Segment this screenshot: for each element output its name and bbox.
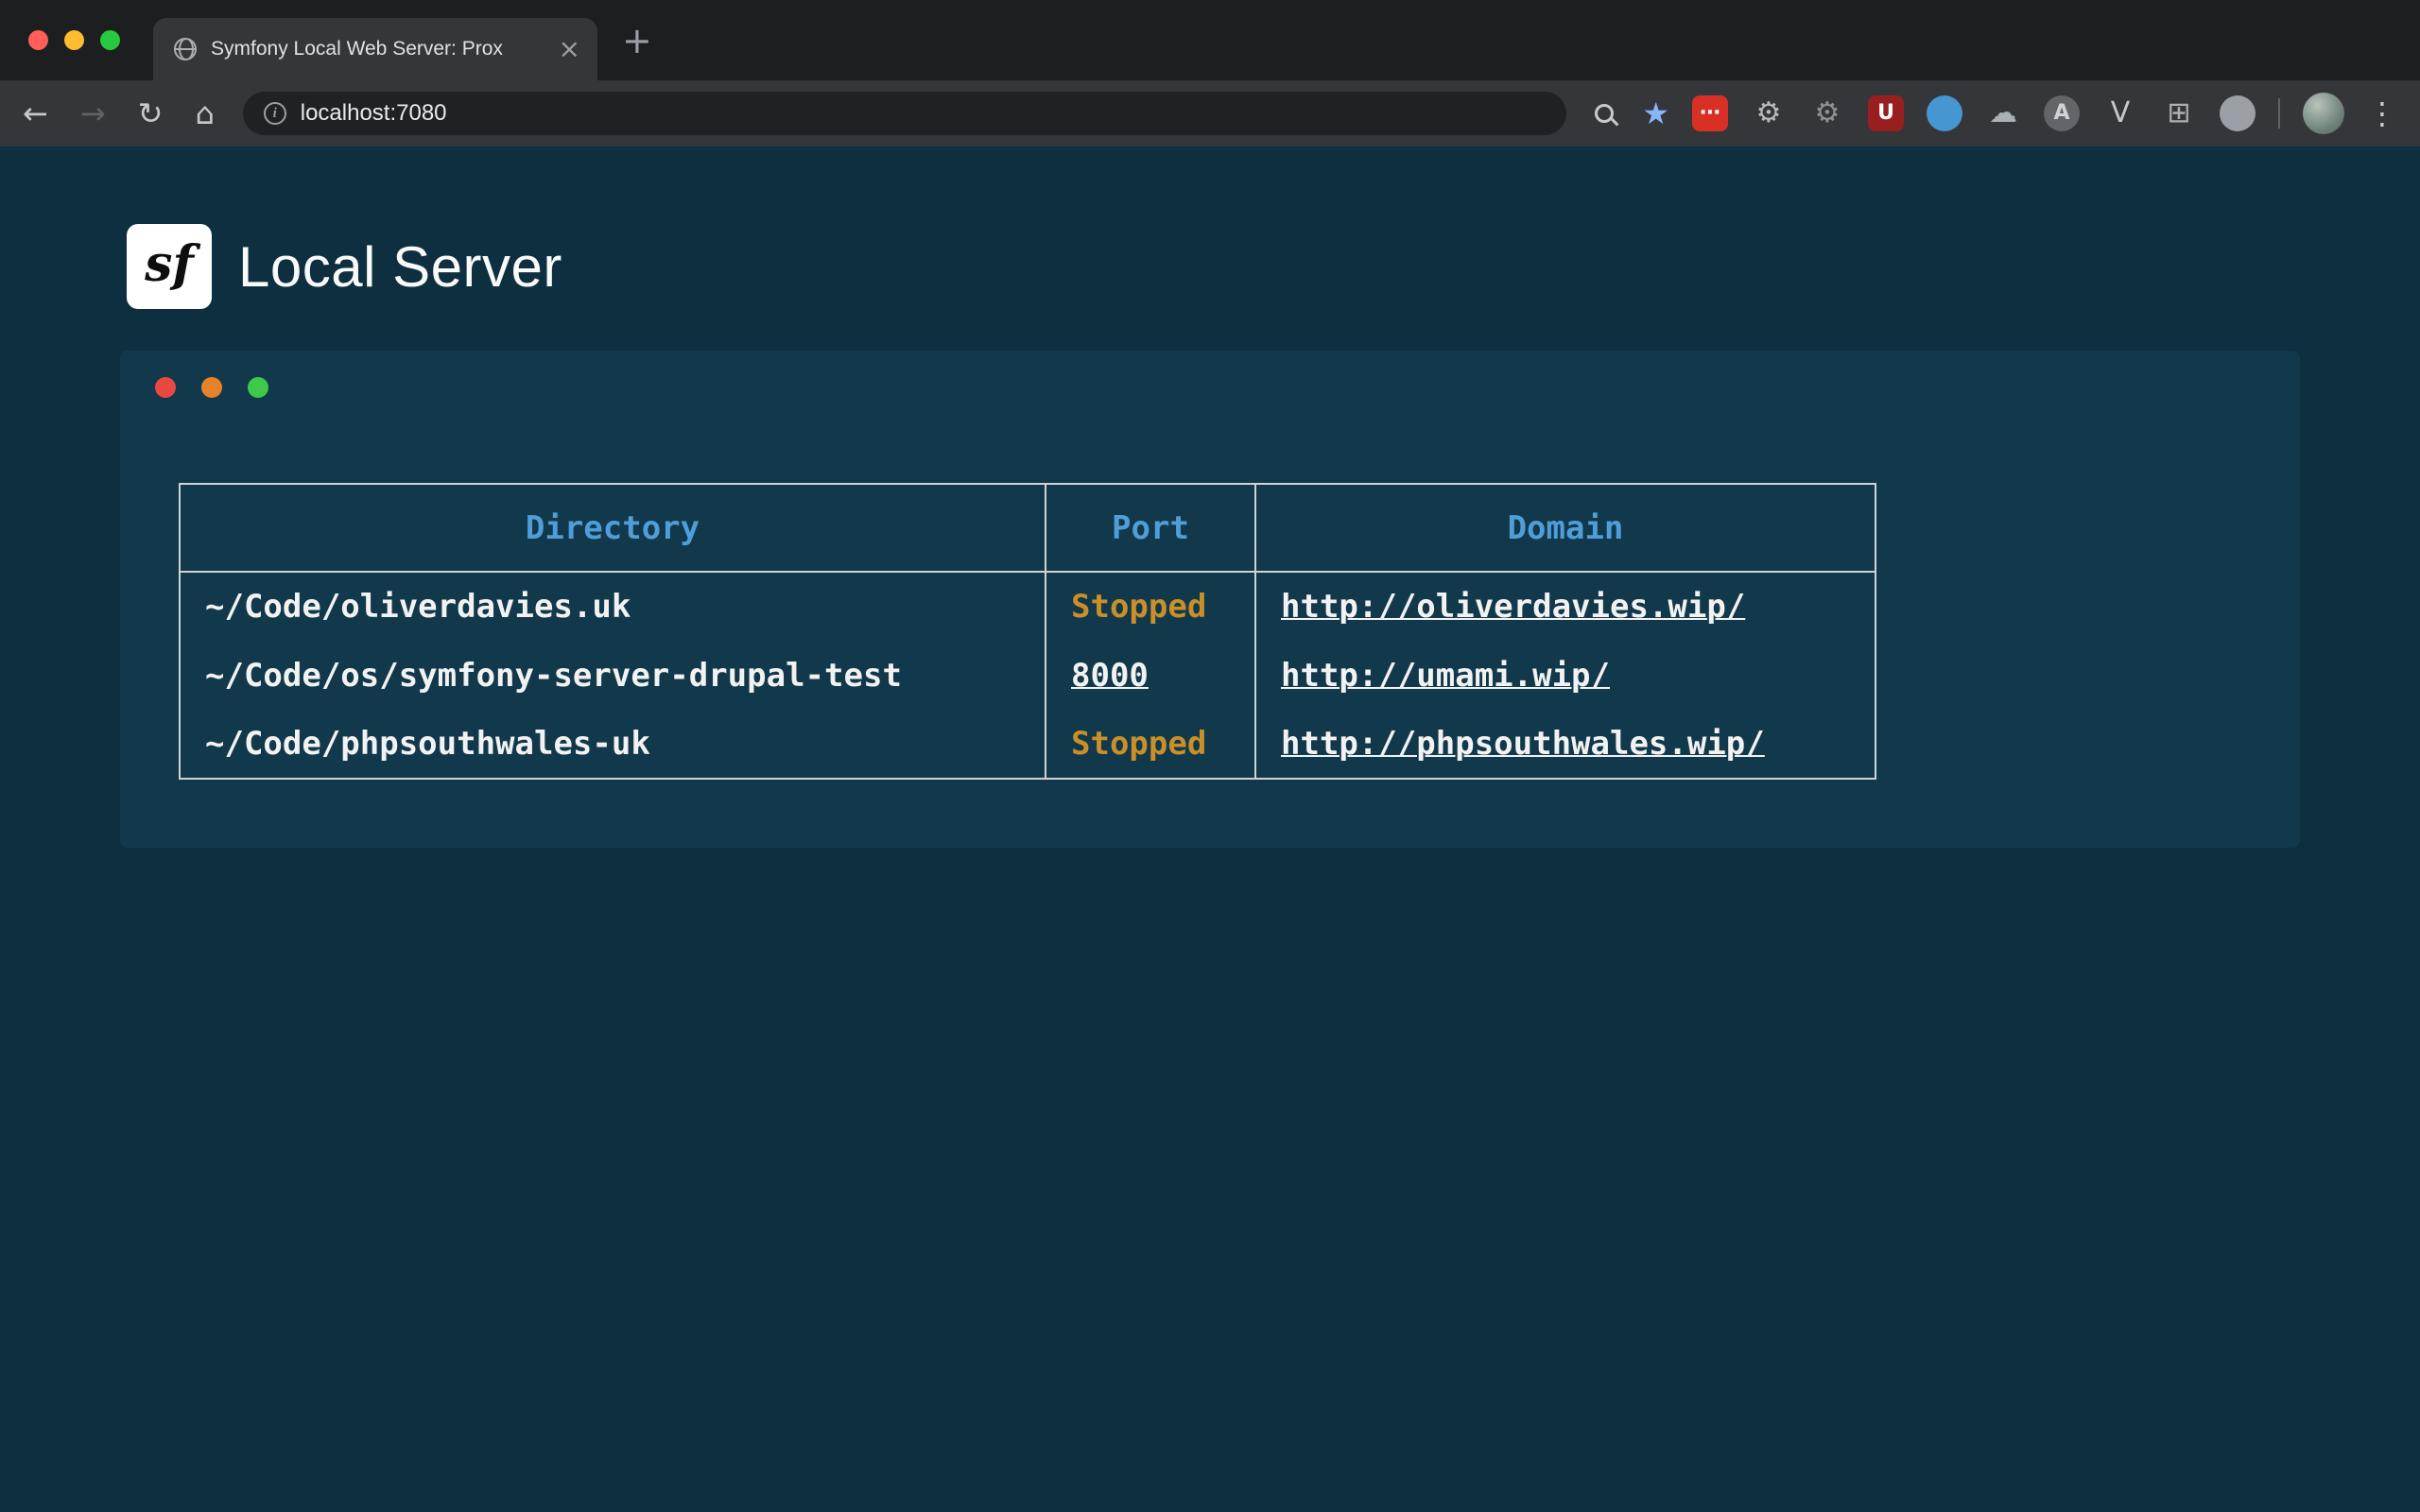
domain-link[interactable]: http://umami.wip/: [1281, 657, 1610, 695]
tab-strip: Symfony Local Web Server: Prox × +: [0, 0, 2420, 80]
terminal-dot-orange: [201, 377, 222, 398]
site-info-icon[interactable]: i: [264, 102, 286, 125]
table-row: ~/Code/oliverdavies.uk Stopped http://ol…: [180, 572, 1876, 641]
profile-avatar[interactable]: [2303, 93, 2344, 134]
reload-icon[interactable]: ↻: [138, 95, 164, 131]
directory-cell: ~/Code/os/symfony-server-drupal-test: [180, 641, 1046, 710]
terminal-window-dots: [120, 351, 2300, 398]
url-text[interactable]: localhost:7080: [301, 100, 447, 127]
tab-close-icon[interactable]: ×: [559, 36, 580, 62]
page-header: sf Local Server: [0, 146, 2420, 309]
table-header-row: Directory Port Domain: [180, 484, 1876, 572]
port-link[interactable]: 8000: [1071, 657, 1149, 695]
page-content: sf Local Server Directory Port Domain ~/…: [0, 146, 2420, 1512]
domain-link[interactable]: http://oliverdavies.wip/: [1281, 588, 1745, 626]
port-status: Stopped: [1071, 725, 1206, 763]
terminal-dot-red: [155, 377, 176, 398]
table-row: ~/Code/os/symfony-server-drupal-test 800…: [180, 641, 1876, 710]
terminal-dot-green: [248, 377, 268, 398]
globe-favicon-icon: [174, 38, 197, 60]
extension-icon-gear[interactable]: ⚙: [1751, 95, 1787, 131]
close-window-button[interactable]: [28, 30, 48, 50]
extension-icon-red-dots[interactable]: ⋯: [1692, 95, 1728, 131]
minimize-window-button[interactable]: [64, 30, 84, 50]
extension-icon-cloud[interactable]: ☁: [1985, 95, 2021, 131]
column-header-directory: Directory: [180, 484, 1046, 572]
extension-icon-grid[interactable]: ⊞: [2161, 95, 2197, 131]
bookmark-star-icon[interactable]: ★: [1642, 98, 1669, 129]
symfony-logo-glyph: sf: [145, 235, 194, 299]
new-tab-button[interactable]: +: [622, 23, 652, 59]
extension-icon-letter-a[interactable]: A: [2044, 95, 2080, 131]
extensions-bar: ⋯ ⚙ ⚙ U ☁ AV ⊞: [1692, 95, 2256, 131]
page-title: Local Server: [238, 234, 562, 300]
directory-cell: ~/Code/phpsouthwales-uk: [180, 710, 1046, 779]
url-bar[interactable]: i localhost:7080: [243, 92, 1567, 135]
server-table: Directory Port Domain ~/Code/oliverdavie…: [179, 483, 1876, 780]
extension-icon-ublock[interactable]: U: [1868, 95, 1904, 131]
browser-toolbar: ← → ↻ ⌂ i localhost:7080 ★ ⋯ ⚙ ⚙ U ☁ AV ⊞ ⋮: [0, 80, 2420, 146]
back-icon[interactable]: ←: [23, 95, 48, 131]
tab-title: Symfony Local Web Server: Prox: [211, 38, 544, 60]
symfony-logo: sf: [127, 224, 212, 309]
browser-tab[interactable]: Symfony Local Web Server: Prox ×: [153, 18, 597, 80]
browser-menu-icon[interactable]: ⋮: [2367, 98, 2397, 129]
extension-icon-gear-dark[interactable]: ⚙: [1809, 95, 1845, 131]
forward-icon: →: [80, 95, 106, 131]
directory-cell: ~/Code/oliverdavies.uk: [180, 572, 1046, 641]
extension-icon-letter-v[interactable]: V: [2102, 95, 2138, 131]
column-header-domain: Domain: [1255, 484, 1876, 572]
zoom-icon[interactable]: [1595, 104, 1614, 123]
column-header-port: Port: [1046, 484, 1255, 572]
home-icon[interactable]: ⌂: [195, 95, 214, 131]
zoom-window-button[interactable]: [100, 30, 120, 50]
table-row: ~/Code/phpsouthwales-uk Stopped http://p…: [180, 710, 1876, 779]
terminal-panel: Directory Port Domain ~/Code/oliverdavie…: [120, 351, 2300, 848]
window-controls: [28, 30, 120, 50]
toolbar-divider: [2278, 98, 2280, 129]
extension-icon-blue-disc[interactable]: [1927, 95, 1962, 131]
port-status: Stopped: [1071, 588, 1206, 626]
extension-icon-github[interactable]: [2220, 95, 2256, 131]
domain-link[interactable]: http://phpsouthwales.wip/: [1281, 725, 1765, 763]
